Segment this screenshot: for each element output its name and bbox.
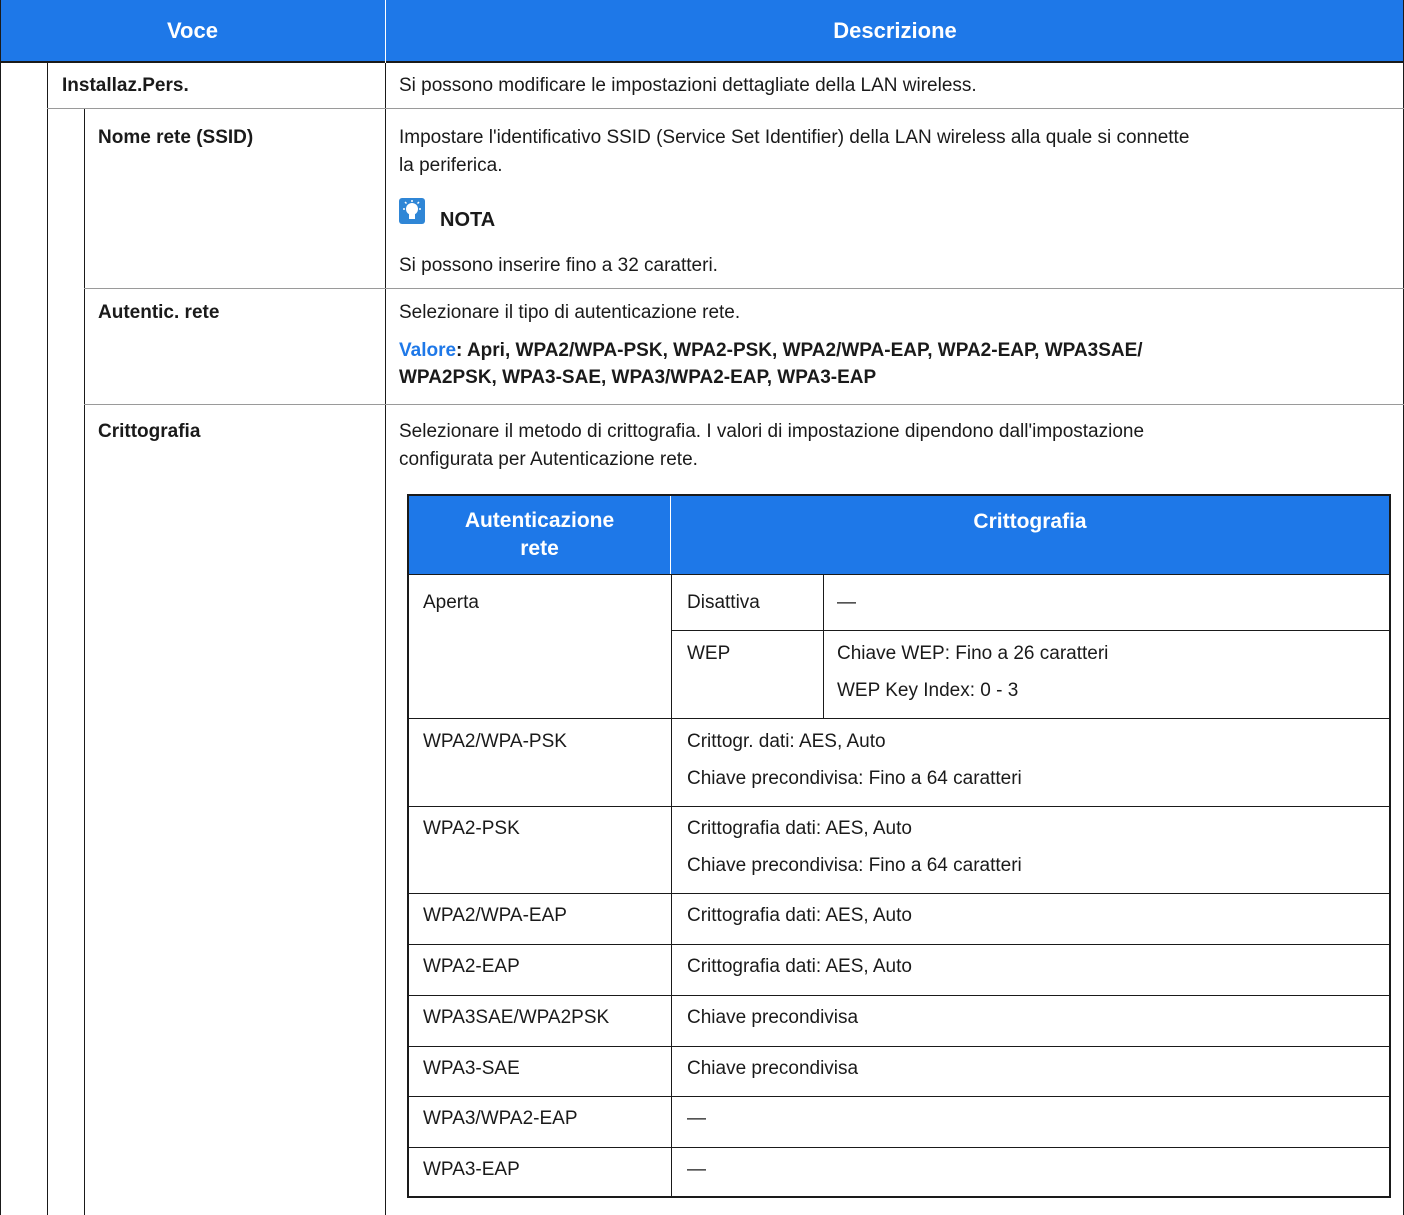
inner-row-line — [409, 806, 1389, 807]
cell-wep: WEP — [687, 643, 731, 664]
header-voce: Voce — [0, 0, 385, 63]
cell-crypt-line1: Crittogr. dati: AES, Auto — [687, 731, 886, 752]
inner-table-border — [407, 494, 1391, 1198]
inner-row-line — [409, 1046, 1389, 1047]
inner-row-line — [409, 893, 1389, 894]
valore-line2: WPA2PSK, WPA3-SAE, WPA3/WPA2-EAP, WPA3-E… — [399, 367, 877, 388]
row-divider-ssid — [84, 288, 1404, 289]
cell-auth: WPA2-EAP — [423, 956, 520, 977]
cell-crypt-line1: Chiave precondivisa — [687, 1007, 859, 1028]
inner-row-line — [409, 718, 1389, 719]
cell-crypt-line1: Crittografia dati: AES, Auto — [687, 818, 912, 839]
cell-wep-line1: Chiave WEP: Fino a 26 caratteri — [837, 643, 1109, 664]
outer-left-border — [0, 0, 1, 1215]
label-installaz: Installaz.Pers. — [62, 75, 189, 96]
valore-values: : Apri, WPA2/WPA-PSK, WPA2-PSK, WPA2/WPA… — [456, 340, 1143, 361]
cell-crypt-line2: Chiave precondivisa: Fino a 64 caratteri — [687, 768, 1022, 789]
label-crittografia: Crittografia — [98, 421, 201, 442]
label-ssid: Nome rete (SSID) — [98, 127, 254, 148]
cell-disattiva-val: — — [837, 592, 856, 613]
desc-installaz: Si possono modificare le impostazioni de… — [399, 75, 977, 96]
inner-row-line — [409, 944, 1389, 945]
cell-crypt-line2: Chiave precondivisa: Fino a 64 caratteri — [687, 855, 1022, 876]
cell-crypt-line1: — — [687, 1108, 706, 1129]
header-descrizione: Descrizione — [386, 0, 1404, 63]
indent-line-2 — [84, 109, 85, 1215]
note-text: Si possono inserire fino a 32 caratteri. — [399, 255, 718, 276]
cell-crypt-line1: Crittografia dati: AES, Auto — [687, 905, 912, 926]
column-divider — [385, 63, 386, 1215]
cell-crypt-line1: — — [687, 1159, 706, 1180]
inner-subcol-divider — [823, 574, 824, 718]
row-divider-autentic — [84, 404, 1404, 405]
label-autentic: Autentic. rete — [98, 302, 220, 323]
inner-row-line — [409, 995, 1389, 996]
cell-auth: WPA3-SAE — [423, 1058, 520, 1079]
cell-crypt-line1: Crittografia dati: AES, Auto — [687, 956, 912, 977]
desc-crittografia-line1: Selezionare il metodo di crittografia. I… — [399, 421, 1145, 442]
cell-auth: WPA3/WPA2-EAP — [423, 1108, 578, 1129]
cell-auth: WPA2/WPA-EAP — [423, 905, 567, 926]
cell-crypt-line1: Chiave precondivisa — [687, 1058, 859, 1079]
cell-auth-aperta: Aperta — [423, 592, 479, 613]
inner-col-divider — [671, 574, 672, 1196]
desc-ssid-line1: Impostare l'identificativo SSID (Service… — [399, 127, 1190, 148]
indent-line-1 — [47, 63, 48, 1215]
desc-crittografia-line2: configurata per Autenticazione rete. — [399, 449, 698, 470]
cell-disattiva: Disattiva — [687, 592, 760, 613]
valore-line1: Valore: Apri, WPA2/WPA-PSK, WPA2-PSK, WP… — [399, 337, 1143, 365]
inner-row-line — [409, 1147, 1389, 1148]
inner-row-line — [671, 630, 1389, 631]
inner-row-line — [409, 574, 1389, 575]
cell-auth: WPA3-EAP — [423, 1159, 520, 1180]
cell-auth: WPA2-PSK — [423, 818, 520, 839]
desc-autentic: Selezionare il tipo di autenticazione re… — [399, 302, 741, 323]
valore-label: Valore — [399, 340, 457, 361]
note-title: NOTA — [440, 209, 496, 231]
inner-row-line — [409, 1096, 1389, 1097]
lightbulb-note-icon — [399, 198, 425, 224]
row-divider-installaz — [47, 108, 1404, 109]
desc-ssid-line2: la periferica. — [399, 155, 503, 176]
cell-wep-line2: WEP Key Index: 0 - 3 — [837, 680, 1019, 701]
cell-auth: WPA3SAE/WPA2PSK — [423, 1007, 610, 1028]
cell-auth: WPA2/WPA-PSK — [423, 731, 567, 752]
